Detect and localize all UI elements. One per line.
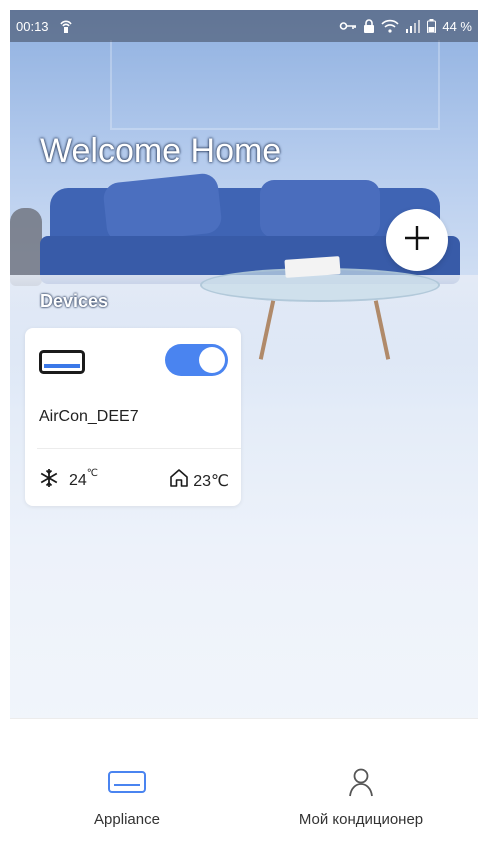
sofa-cushion: [260, 180, 380, 238]
add-device-button[interactable]: [386, 209, 448, 271]
wall-frame: [110, 40, 440, 130]
battery-percent: 44 %: [442, 18, 472, 34]
set-temperature-value: 24: [69, 471, 87, 489]
book: [284, 256, 341, 278]
toggle-knob: [199, 347, 225, 373]
nav-my-aircon[interactable]: Мой кондиционер: [244, 719, 478, 843]
sofa-cushion: [102, 172, 223, 244]
status-time: 00:13: [16, 18, 49, 34]
wifi-icon: [381, 19, 399, 33]
status-bar: 00:13 44 %: [10, 10, 478, 42]
nav-my-aircon-label: Мой кондиционер: [298, 811, 424, 828]
battery-icon: [427, 19, 437, 33]
card-divider: [37, 448, 241, 449]
nav-appliance[interactable]: Appliance: [10, 719, 244, 843]
plus-icon: [402, 223, 432, 258]
room-temperature-value: 23℃: [193, 472, 229, 490]
page-title: Welcome Home: [40, 132, 282, 170]
app-screen: 00:13 44 % Welcome Home Devices AirCon_D…: [10, 10, 478, 843]
device-card[interactable]: AirCon_DEE7 24℃ 23℃: [25, 328, 241, 506]
key-icon: [339, 20, 357, 32]
person-icon: [348, 765, 374, 799]
hotspot-icon: [59, 18, 73, 34]
set-temperature-unit: ℃: [86, 467, 99, 479]
air-conditioner-icon: [39, 350, 85, 379]
power-toggle[interactable]: [165, 344, 228, 376]
devices-section-title: Devices: [40, 291, 109, 311]
home-icon: [169, 468, 189, 493]
signal-icon: [405, 19, 421, 33]
set-temperature: 24℃: [39, 468, 98, 493]
bottom-navigation: Appliance Мой кондиционер: [10, 718, 478, 843]
air-conditioner-icon: [108, 765, 146, 799]
lock-icon: [363, 19, 375, 33]
room-temperature: 23℃: [169, 468, 229, 493]
snowflake-icon: [39, 468, 59, 493]
device-name: AirCon_DEE7: [39, 408, 139, 425]
nav-appliance-label: Appliance: [94, 811, 160, 828]
